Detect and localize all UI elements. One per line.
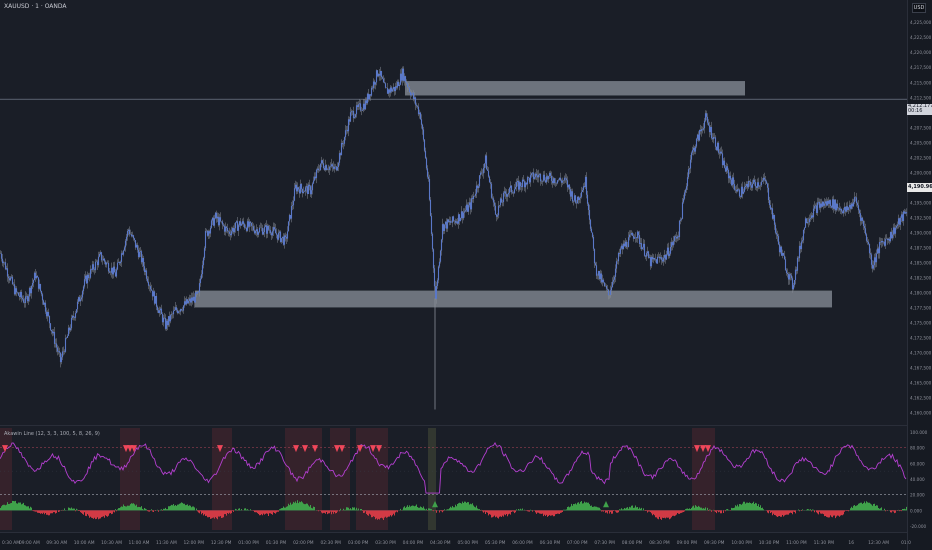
price-tick-label: 4,182,500 xyxy=(910,275,932,280)
time-tick-label: 06:30 PM xyxy=(540,540,561,546)
symbol-title[interactable]: XAUUSD · 1 · OANDA xyxy=(4,3,67,10)
time-tick-label: 12:00 PM xyxy=(184,540,205,546)
indicator-title[interactable]: Akawin Line (12, 3, 3, 100, 5, 8, 26, 9) xyxy=(4,431,100,437)
price-tick-label: 4,217,500 xyxy=(910,65,932,70)
price-tick-label: 4,220,000 xyxy=(910,50,932,55)
time-tick-label: 04:00 PM xyxy=(403,540,424,546)
time-tick-label: 05:00 PM xyxy=(457,540,478,546)
time-tick-label: 12:30 AM xyxy=(868,540,889,546)
oscillator-tick-label: 60.000 xyxy=(910,461,925,466)
price-tick-label: 4,195,000 xyxy=(910,200,932,205)
price-tick-label: 4,215,000 xyxy=(910,80,932,85)
time-tick-label: 09:30 PM xyxy=(704,540,725,546)
oscillator-tick-label: 80.000 xyxy=(910,446,925,451)
time-tick-label: 10:30 PM xyxy=(759,540,780,546)
price-tick-label: 4,205,000 xyxy=(910,140,932,145)
line-price-tag: 4,212.177 00:16 xyxy=(907,104,932,115)
time-tick-label: 09:00 AM xyxy=(19,540,40,546)
price-tick-label: 4,185,000 xyxy=(910,260,932,265)
price-tick-label: 4,180,000 xyxy=(910,290,932,295)
time-tick-label: 07:00 PM xyxy=(567,540,588,546)
zone-1[interactable] xyxy=(405,81,745,96)
price-tick-label: 4,167,500 xyxy=(910,365,932,370)
time-tick-label: 01:00 PM xyxy=(238,540,259,546)
price-tick-label: 4,200,000 xyxy=(910,170,932,175)
oscillator-tick-label: -20.000 xyxy=(910,524,926,529)
last-price-tag: 4,190.965 xyxy=(907,183,932,192)
oscillator-tick-label: 100.000 xyxy=(910,430,928,435)
time-tick-label: 08:00 PM xyxy=(622,540,643,546)
time-tick-label: 09:30 AM xyxy=(46,540,67,546)
chart-canvas[interactable]: 4,225,000 4,222,500 4,220,000 4,217,500 4,21… xyxy=(0,0,932,550)
time-tick-label: 11:00 PM xyxy=(786,540,807,546)
oscillator-tick-label: 20.000 xyxy=(910,493,925,498)
price-tick-label: 4,212,500 xyxy=(910,95,932,100)
price-tick-label: 4,207,500 xyxy=(910,125,932,130)
time-tick-label: 09:00 PM xyxy=(677,540,698,546)
price-tick-label: 4,170,000 xyxy=(910,350,932,355)
time-tick-label: 11:00 AM xyxy=(129,540,150,546)
time-tick-label: 10:00 PM xyxy=(731,540,752,546)
line-countdown: 00:16 xyxy=(908,108,923,114)
time-tick-label: 12:30 PM xyxy=(211,540,232,546)
time-tick-label: 02:30 PM xyxy=(320,540,341,546)
time-tick-label: 02:00 PM xyxy=(293,540,314,546)
time-axis[interactable]: 0:30 AM09:00 AM 09:30 AM 10:00 AM 10:30 AM 1… xyxy=(2,540,911,546)
time-tick-label: 10:00 AM xyxy=(74,540,95,546)
price-tick-label: 4,222,500 xyxy=(910,35,932,40)
zone-2[interactable] xyxy=(195,290,832,308)
time-tick-label: 07:30 PM xyxy=(594,540,615,546)
oscillator-tick-label: 40.000 xyxy=(910,477,925,482)
time-tick-label: 04:30 PM xyxy=(430,540,451,546)
time-tick-label: 01:30 PM xyxy=(266,540,287,546)
time-tick-label: 05:30 PM xyxy=(485,540,506,546)
time-tick-label: 0:30 AM xyxy=(2,540,20,546)
time-tick-label: 08:30 PM xyxy=(649,540,670,546)
time-tick-label: 06:00 PM xyxy=(512,540,533,546)
time-tick-label: 03:30 PM xyxy=(375,540,396,546)
price-tick-label: 4,177,500 xyxy=(910,305,932,310)
price-tick-label: 4,160,000 xyxy=(910,410,932,415)
time-tick-label: 03:00 PM xyxy=(348,540,369,546)
currency-badge[interactable]: USD xyxy=(912,3,926,13)
price-tick-label: 4,175,000 xyxy=(910,320,932,325)
price-tick-label: 4,225,000 xyxy=(910,20,932,25)
time-tick-label: 16 xyxy=(848,540,854,546)
time-tick-label: 11:30 PM xyxy=(814,540,835,546)
price-tick-label: 4,172,500 xyxy=(910,335,932,340)
oscillator-tick-label: 0.000 xyxy=(910,508,922,513)
time-tick-label: 10:30 AM xyxy=(101,540,122,546)
price-tick-label: 4,202,500 xyxy=(910,155,932,160)
price-tick-label: 4,192,500 xyxy=(910,215,932,220)
price-tick-label: 4,165,000 xyxy=(910,380,932,385)
time-tick-label: 11:30 AM xyxy=(156,540,177,546)
price-tick-label: 4,162,500 xyxy=(910,395,932,400)
time-tick-label: 01:0 xyxy=(901,540,911,546)
price-tick-label: 4,187,500 xyxy=(910,245,932,250)
price-tick-label: 4,190,000 xyxy=(910,230,932,235)
